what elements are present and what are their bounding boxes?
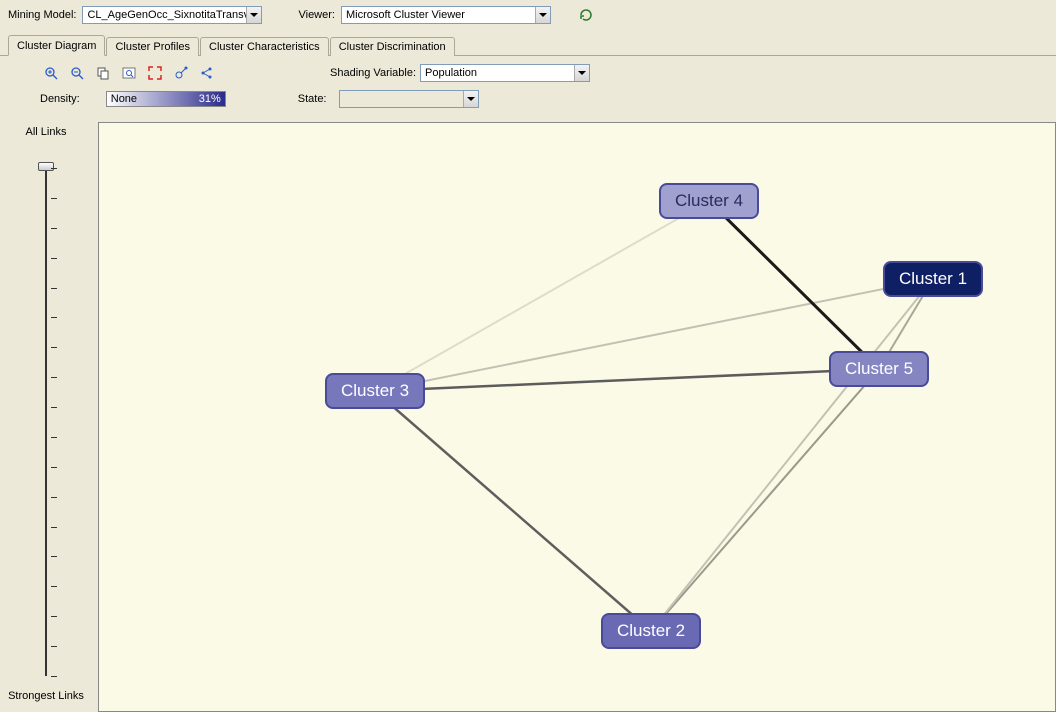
copy-icon[interactable]: [92, 62, 114, 84]
slider-thumb[interactable]: [38, 162, 54, 171]
fit-icon[interactable]: [144, 62, 166, 84]
mining-model-label: Mining Model:: [8, 9, 76, 21]
chevron-down-icon[interactable]: [574, 65, 589, 81]
slider-bottom-label: Strongest Links: [8, 690, 84, 702]
tabstrip: Cluster Diagram Cluster Profiles Cluster…: [0, 30, 1056, 56]
find-icon[interactable]: [118, 62, 140, 84]
viewer-value: Microsoft Cluster Viewer: [342, 9, 535, 21]
tab-cluster-discrimination[interactable]: Cluster Discrimination: [330, 37, 455, 56]
cluster-node-c4[interactable]: Cluster 4: [659, 183, 759, 219]
state-select[interactable]: [339, 90, 479, 108]
layout-icon[interactable]: [196, 62, 218, 84]
mining-model-value: CL_AgeGenOcc_SixnotitaTransva: [83, 9, 246, 21]
density-min: None: [111, 93, 137, 105]
cluster-node-c2[interactable]: Cluster 2: [601, 613, 701, 649]
shading-variable-select[interactable]: Population: [420, 64, 590, 82]
link-strength-slider[interactable]: [45, 168, 47, 676]
shading-variable-value: Population: [421, 67, 574, 79]
cluster-link: [375, 369, 879, 391]
state-label: State:: [298, 93, 327, 105]
zoom-out-icon[interactable]: [66, 62, 88, 84]
chevron-down-icon[interactable]: [463, 91, 478, 107]
cluster-node-c5[interactable]: Cluster 5: [829, 351, 929, 387]
cluster-links-layer: [99, 123, 1055, 711]
mining-model-select[interactable]: CL_AgeGenOcc_SixnotitaTransva: [82, 6, 262, 24]
shading-variable-label: Shading Variable:: [330, 67, 416, 79]
density-gradient: None 31%: [106, 91, 226, 107]
refresh-icon[interactable]: [575, 4, 597, 26]
density-max: 31%: [199, 93, 221, 105]
cluster-diagram-canvas[interactable]: Cluster 4 Cluster 1 Cluster 5 Cluster 3 Clus…: [98, 122, 1056, 712]
tab-cluster-profiles[interactable]: Cluster Profiles: [106, 37, 199, 56]
cluster-link: [709, 201, 879, 369]
viewer-select[interactable]: Microsoft Cluster Viewer: [341, 6, 551, 24]
cluster-node-c3[interactable]: Cluster 3: [325, 373, 425, 409]
locate-icon[interactable]: [170, 62, 192, 84]
cluster-link: [651, 279, 933, 631]
cluster-link: [651, 369, 879, 631]
tab-cluster-diagram[interactable]: Cluster Diagram: [8, 35, 105, 56]
viewer-label: Viewer:: [298, 9, 334, 21]
density-label: Density:: [40, 93, 80, 105]
tab-cluster-characteristics[interactable]: Cluster Characteristics: [200, 37, 329, 56]
zoom-in-icon[interactable]: [40, 62, 62, 84]
chevron-down-icon[interactable]: [535, 7, 550, 23]
link-strength-slider-pane: All Links Strongest Links: [0, 116, 92, 712]
cluster-link: [375, 201, 709, 391]
chevron-down-icon[interactable]: [246, 7, 261, 23]
cluster-node-c1[interactable]: Cluster 1: [883, 261, 983, 297]
cluster-link: [375, 391, 651, 631]
slider-top-label: All Links: [26, 126, 67, 138]
